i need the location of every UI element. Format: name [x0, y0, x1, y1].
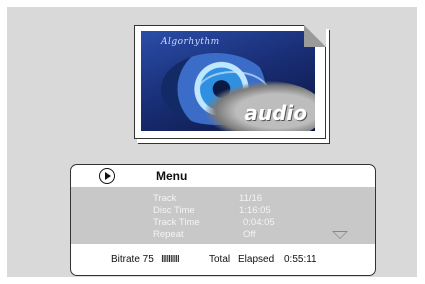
- info-label: Track Time: [153, 217, 200, 228]
- status-bar: Bitrate 75 IIIIIIIIII Total Elapsed 0:55…: [71, 244, 375, 275]
- info-row-disc-time[interactable]: Disc Time 1:16:05: [71, 205, 375, 217]
- info-row-repeat[interactable]: Repeat Off: [71, 229, 375, 241]
- bitrate-label: Bitrate 75: [111, 254, 154, 265]
- play-icon[interactable]: [99, 168, 115, 184]
- info-value: 0:04:05: [243, 217, 275, 228]
- info-row-track-time[interactable]: Track Time 0:04:05: [71, 217, 375, 229]
- album-art-card: Algorhythm audio: [134, 25, 326, 139]
- bitrate-meter: IIIIIIIIII: [161, 254, 180, 265]
- info-value: Off: [243, 229, 256, 240]
- info-label: Track: [153, 193, 177, 204]
- player-screen: Algorhythm audio Menu Track 11/16 Disc T…: [7, 7, 417, 277]
- info-value: 11/16: [239, 193, 263, 204]
- menu-title[interactable]: Menu: [156, 169, 187, 183]
- elapsed-value: 0:55:11: [284, 254, 317, 265]
- album-art: Algorhythm audio: [141, 31, 315, 131]
- time-mode[interactable]: Total: [209, 254, 230, 265]
- album-label: audio: [244, 101, 307, 125]
- info-row-track[interactable]: Track 11/16: [71, 193, 375, 205]
- page-fold-icon: [304, 25, 326, 47]
- info-value: 1:16:05: [239, 205, 271, 216]
- info-label: Repeat: [153, 229, 184, 240]
- elapsed-label: Elapsed: [238, 254, 275, 265]
- album-script-text: Algorhythm: [161, 37, 220, 47]
- track-info-list: Track 11/16 Disc Time 1:16:05 Track Time…: [71, 187, 375, 244]
- menu-panel: Menu Track 11/16 Disc Time 1:16:05 Track…: [70, 164, 376, 276]
- triangle-down-icon[interactable]: [332, 231, 348, 239]
- menu-header: Menu: [71, 165, 375, 187]
- info-label: Disc Time: [153, 205, 195, 216]
